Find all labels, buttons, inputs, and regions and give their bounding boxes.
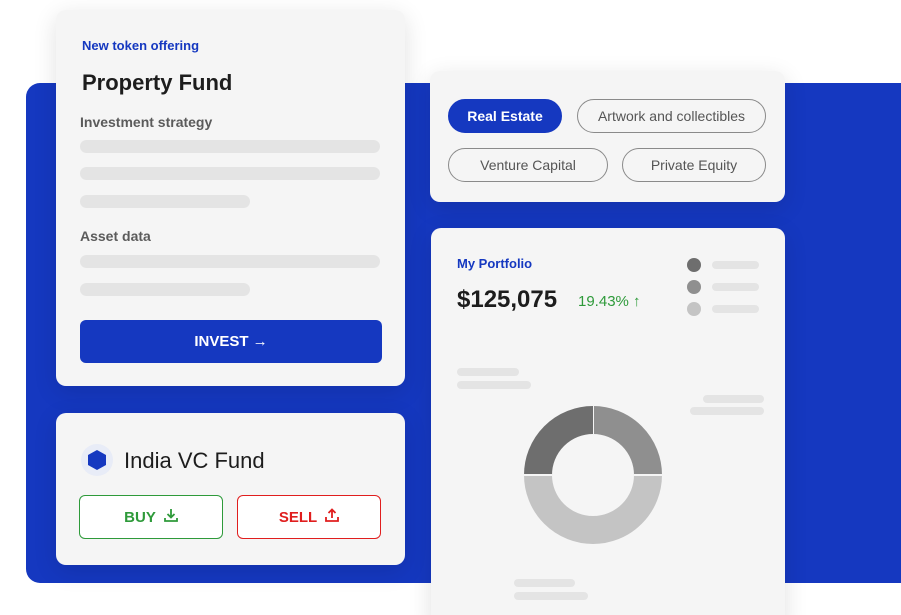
new-token-offering-label: New token offering (82, 38, 200, 53)
invest-button[interactable]: INVEST → (80, 320, 382, 363)
skeleton-line (703, 395, 764, 403)
india-vc-fund-card: India VC Fund BUY SELL (56, 413, 405, 565)
invest-button-label: INVEST → (194, 333, 268, 350)
donut-segment (524, 474, 662, 544)
asset-data-label: Asset data (80, 228, 151, 244)
legend-dot (687, 280, 701, 294)
investment-strategy-label: Investment strategy (80, 114, 213, 130)
category-filter-card: Real Estate Artwork and collectibles Ven… (430, 71, 785, 202)
skeleton-line (514, 579, 575, 587)
legend-skeleton (712, 283, 759, 291)
property-fund-card: New token offering Property Fund Investm… (56, 10, 405, 386)
skeleton-line (457, 368, 519, 376)
skeleton-line (514, 592, 588, 600)
stage: New token offering Property Fund Investm… (0, 0, 901, 615)
donut-segment (524, 406, 594, 476)
category-pill-real-estate[interactable]: Real Estate (448, 99, 562, 133)
skeleton-line (457, 381, 531, 389)
category-pill-venture-capital[interactable]: Venture Capital (448, 148, 608, 182)
portfolio-label: My Portfolio (457, 256, 533, 271)
skeleton-line (80, 167, 380, 180)
allocation-donut-chart (524, 406, 662, 544)
skeleton-line (80, 283, 250, 296)
sell-button[interactable]: SELL (237, 495, 381, 539)
portfolio-change: 19.43% ↑ (578, 293, 641, 310)
legend-skeleton (712, 305, 759, 313)
skeleton-line (690, 407, 764, 415)
legend-skeleton (712, 261, 759, 269)
buy-button-label: BUY (124, 508, 156, 526)
donut-segment (592, 406, 662, 476)
fund-hexagon-icon (81, 444, 113, 476)
buy-button[interactable]: BUY (79, 495, 223, 539)
skeleton-line (80, 255, 380, 268)
sell-button-label: SELL (278, 508, 318, 526)
card-title: Property Fund (82, 70, 233, 95)
fund-name: India VC Fund (124, 448, 265, 473)
legend-dot (687, 302, 701, 316)
skeleton-line (80, 140, 380, 153)
buy-download-icon (163, 508, 178, 526)
category-pill-private-equity[interactable]: Private Equity (622, 148, 766, 182)
portfolio-card: My Portfolio $125,075 19.43% ↑ (431, 228, 785, 615)
portfolio-value: $125,075 (457, 286, 558, 313)
sell-upload-icon (325, 508, 340, 526)
legend-dot (687, 258, 701, 272)
category-pill-artwork[interactable]: Artwork and collectibles (577, 99, 766, 133)
skeleton-line (80, 195, 250, 208)
